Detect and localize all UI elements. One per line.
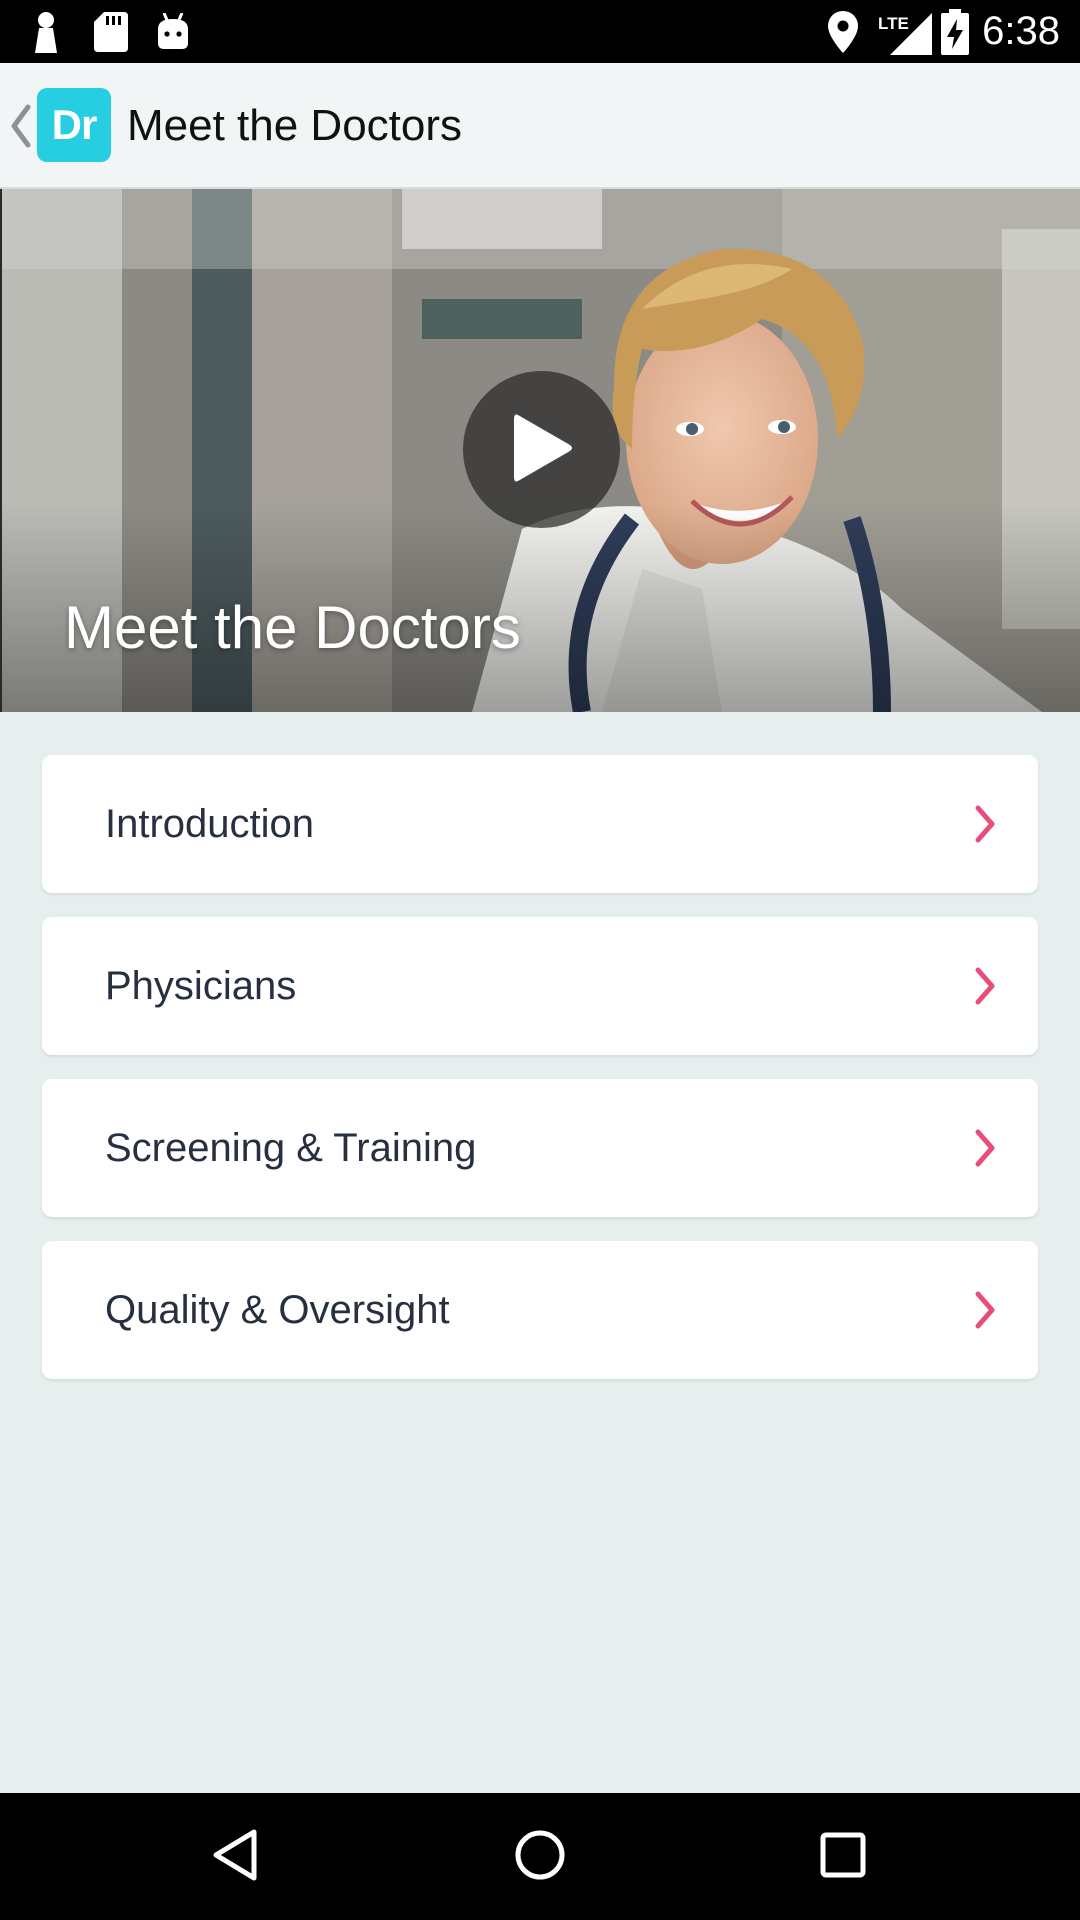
status-bar: LTE 6:38 bbox=[0, 0, 1080, 63]
android-icon bbox=[156, 0, 190, 63]
chevron-right-icon bbox=[974, 1290, 996, 1330]
video-thumbnail[interactable]: Meet the Doctors bbox=[0, 189, 1080, 712]
menu-item-introduction[interactable]: Introduction bbox=[42, 755, 1038, 893]
menu-item-physicians[interactable]: Physicians bbox=[42, 917, 1038, 1055]
nav-home-button[interactable] bbox=[480, 1793, 600, 1920]
play-button[interactable] bbox=[463, 371, 620, 528]
lte-signal-icon: LTE bbox=[876, 0, 932, 63]
svg-text:LTE: LTE bbox=[878, 14, 909, 33]
home-icon bbox=[514, 1829, 566, 1885]
recents-icon bbox=[820, 1832, 866, 1882]
menu-item-label: Physicians bbox=[105, 964, 297, 1008]
clock: 6:38 bbox=[982, 9, 1060, 53]
page-title: Meet the Doctors bbox=[127, 101, 463, 150]
chevron-right-icon bbox=[974, 804, 996, 844]
chevron-right-icon bbox=[974, 966, 996, 1006]
battery-charging-icon bbox=[941, 0, 969, 63]
nav-recents-button[interactable] bbox=[783, 1793, 903, 1920]
chevron-right-icon bbox=[974, 1128, 996, 1168]
menu-item-quality-oversight[interactable]: Quality & Oversight bbox=[42, 1241, 1038, 1379]
menu-item-screening-training[interactable]: Screening & Training bbox=[42, 1079, 1038, 1217]
play-icon bbox=[510, 411, 574, 489]
location-icon bbox=[827, 0, 859, 63]
back-icon bbox=[212, 1828, 260, 1886]
video-title: Meet the Doctors bbox=[64, 594, 521, 661]
app-bar: Dr Meet the Doctors bbox=[0, 63, 1080, 189]
keyhole-icon bbox=[30, 0, 62, 63]
sd-card-icon bbox=[94, 0, 128, 63]
back-chevron-icon[interactable] bbox=[6, 101, 34, 151]
menu-item-label: Screening & Training bbox=[105, 1126, 477, 1170]
menu-list: Introduction Physicians Screening & Trai… bbox=[42, 755, 1038, 1403]
navigation-bar bbox=[0, 1793, 1080, 1920]
nav-back-button[interactable] bbox=[176, 1793, 296, 1920]
menu-item-label: Introduction bbox=[105, 802, 315, 846]
app-logo[interactable]: Dr bbox=[37, 88, 111, 162]
menu-item-label: Quality & Oversight bbox=[105, 1288, 450, 1332]
